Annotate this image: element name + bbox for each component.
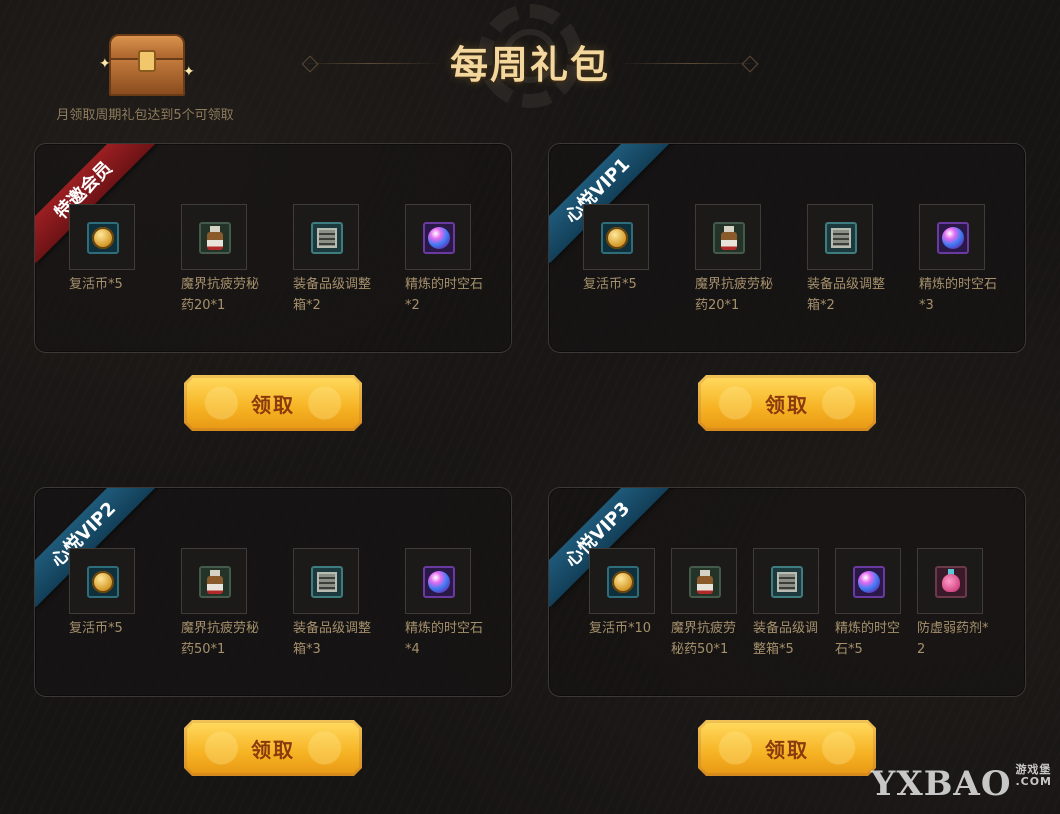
gift-panel-special-member: 特邀会员 复活币*5 魔界抗疲劳秘药20*1 装备品级调整箱*2 精炼的时空石*… — [34, 143, 512, 353]
item-label: 魔界抗疲劳秘药50*1 — [671, 621, 737, 657]
item-slot[interactable] — [807, 204, 873, 270]
reward-item[interactable]: 魔界抗疲劳秘药50*1 — [671, 548, 753, 660]
claim-button-vip2[interactable]: 领取 — [184, 720, 362, 776]
page-header: ✦ ✦ 月领取周期礼包达到5个可领取 每周礼包 — [0, 0, 1060, 130]
item-list: 复活币*5 魔界抗疲劳秘药50*1 装备品级调整箱*3 精炼的时空石*4 — [69, 548, 511, 660]
item-label: 复活币*5 — [583, 277, 637, 292]
watermark-sub2: .COM — [1015, 775, 1052, 788]
reward-item[interactable]: 复活币*5 — [69, 204, 181, 316]
item-slot[interactable] — [293, 204, 359, 270]
item-label: 魔界抗疲劳秘药20*1 — [181, 277, 260, 313]
reward-item[interactable]: 精炼的时空石*5 — [835, 548, 917, 660]
item-label: 精炼的时空石*4 — [405, 621, 484, 657]
potion-icon — [689, 566, 721, 598]
item-slot[interactable] — [405, 204, 471, 270]
potion-icon — [199, 566, 231, 598]
spacetime-orb-icon — [423, 566, 455, 598]
reward-item[interactable]: 装备品级调整箱*5 — [753, 548, 835, 660]
item-label: 装备品级调整箱*2 — [807, 277, 886, 313]
item-label: 魔界抗疲劳秘药50*1 — [181, 621, 260, 657]
reward-item[interactable]: 精炼的时空石*2 — [405, 204, 511, 316]
site-watermark: YXBAO 游戏堡 .COM — [871, 764, 1052, 805]
revive-coin-icon — [601, 222, 633, 254]
equipment-box-icon — [311, 566, 343, 598]
item-slot[interactable] — [69, 204, 135, 270]
item-slot[interactable] — [919, 204, 985, 270]
item-label: 复活币*5 — [69, 621, 123, 636]
spacetime-orb-icon — [853, 566, 885, 598]
item-slot[interactable] — [753, 548, 819, 614]
potion-icon — [713, 222, 745, 254]
gift-panel-vip1: 心悦VIP1 复活币*5 魔界抗疲劳秘药20*1 装备品级调整箱*2 精炼的时空… — [548, 143, 1026, 353]
potion-icon — [199, 222, 231, 254]
gift-panel-vip2: 心悦VIP2 复活币*5 魔界抗疲劳秘药50*1 装备品级调整箱*3 精炼的时空… — [34, 487, 512, 697]
item-slot[interactable] — [405, 548, 471, 614]
claim-button-label: 领取 — [187, 378, 359, 428]
item-slot[interactable] — [671, 548, 737, 614]
item-slot[interactable] — [293, 548, 359, 614]
item-label: 复活币*10 — [589, 621, 652, 636]
treasure-chest-icon[interactable]: ✦ ✦ — [99, 34, 195, 96]
reward-item[interactable]: 复活币*5 — [583, 204, 695, 316]
item-label: 精炼的时空石*3 — [919, 277, 998, 313]
claim-button-label: 领取 — [701, 723, 873, 773]
claim-button-vip1[interactable]: 领取 — [698, 375, 876, 431]
claim-button-label: 领取 — [701, 378, 873, 428]
revive-coin-icon — [607, 566, 639, 598]
item-list: 复活币*5 魔界抗疲劳秘药20*1 装备品级调整箱*2 精炼的时空石*2 — [69, 204, 511, 316]
page-title: 每周礼包 — [449, 43, 610, 87]
item-list: 复活币*10 魔界抗疲劳秘药50*1 装备品级调整箱*5 精炼的时空石*5 防虚… — [589, 548, 999, 660]
reward-item[interactable]: 精炼的时空石*4 — [405, 548, 511, 660]
item-slot[interactable] — [695, 204, 761, 270]
claim-button-vip3[interactable]: 领取 — [698, 720, 876, 776]
reward-item[interactable]: 魔界抗疲劳秘药20*1 — [181, 204, 293, 316]
item-slot[interactable] — [835, 548, 901, 614]
reward-item[interactable]: 魔界抗疲劳秘药50*1 — [181, 548, 293, 660]
monthly-chest[interactable]: ✦ ✦ 月领取周期礼包达到5个可领取 — [40, 30, 250, 123]
item-label: 精炼的时空石*2 — [405, 277, 484, 313]
reward-item[interactable]: 复活币*5 — [69, 548, 181, 660]
item-slot[interactable] — [917, 548, 983, 614]
item-label: 装备品级调整箱*5 — [753, 621, 819, 657]
reward-item[interactable]: 装备品级调整箱*2 — [293, 204, 405, 316]
claim-button-label: 领取 — [187, 723, 359, 773]
reward-item[interactable]: 精炼的时空石*3 — [919, 204, 1025, 316]
gift-panel-vip3: 心悦VIP3 复活币*10 魔界抗疲劳秘药50*1 装备品级调整箱*5 精炼的时… — [548, 487, 1026, 697]
flask-icon — [935, 566, 967, 598]
reward-item[interactable]: 装备品级调整箱*3 — [293, 548, 405, 660]
item-slot[interactable] — [583, 204, 649, 270]
reward-item[interactable]: 复活币*10 — [589, 548, 671, 660]
item-slot[interactable] — [69, 548, 135, 614]
item-label: 复活币*5 — [69, 277, 123, 292]
item-slot[interactable] — [181, 204, 247, 270]
title-divider-left — [300, 63, 440, 64]
equipment-box-icon — [771, 566, 803, 598]
title-divider-right — [620, 63, 760, 64]
item-list: 复活币*5 魔界抗疲劳秘药20*1 装备品级调整箱*2 精炼的时空石*3 — [583, 204, 1025, 316]
equipment-box-icon — [311, 222, 343, 254]
spacetime-orb-icon — [937, 222, 969, 254]
claim-button-special-member[interactable]: 领取 — [184, 375, 362, 431]
chest-requirement-text: 月领取周期礼包达到5个可领取 — [56, 108, 234, 123]
reward-item[interactable]: 魔界抗疲劳秘药20*1 — [695, 204, 807, 316]
diamond-right-icon — [741, 55, 759, 73]
item-label: 装备品级调整箱*3 — [293, 621, 372, 657]
reward-item[interactable]: 防虚弱药剂*2 — [917, 548, 999, 660]
item-label: 精炼的时空石*5 — [835, 621, 901, 657]
watermark-sub: 游戏堡 .COM — [1015, 764, 1052, 788]
equipment-box-icon — [825, 222, 857, 254]
watermark-text: YXBAO — [871, 764, 1012, 804]
spacetime-orb-icon — [423, 222, 455, 254]
item-label: 装备品级调整箱*2 — [293, 277, 372, 313]
revive-coin-icon — [87, 566, 119, 598]
reward-item[interactable]: 装备品级调整箱*2 — [807, 204, 919, 316]
item-label: 防虚弱药剂*2 — [917, 621, 989, 657]
diamond-left-icon — [301, 55, 319, 73]
item-slot[interactable] — [589, 548, 655, 614]
item-slot[interactable] — [181, 548, 247, 614]
revive-coin-icon — [87, 222, 119, 254]
item-label: 魔界抗疲劳秘药20*1 — [695, 277, 774, 313]
